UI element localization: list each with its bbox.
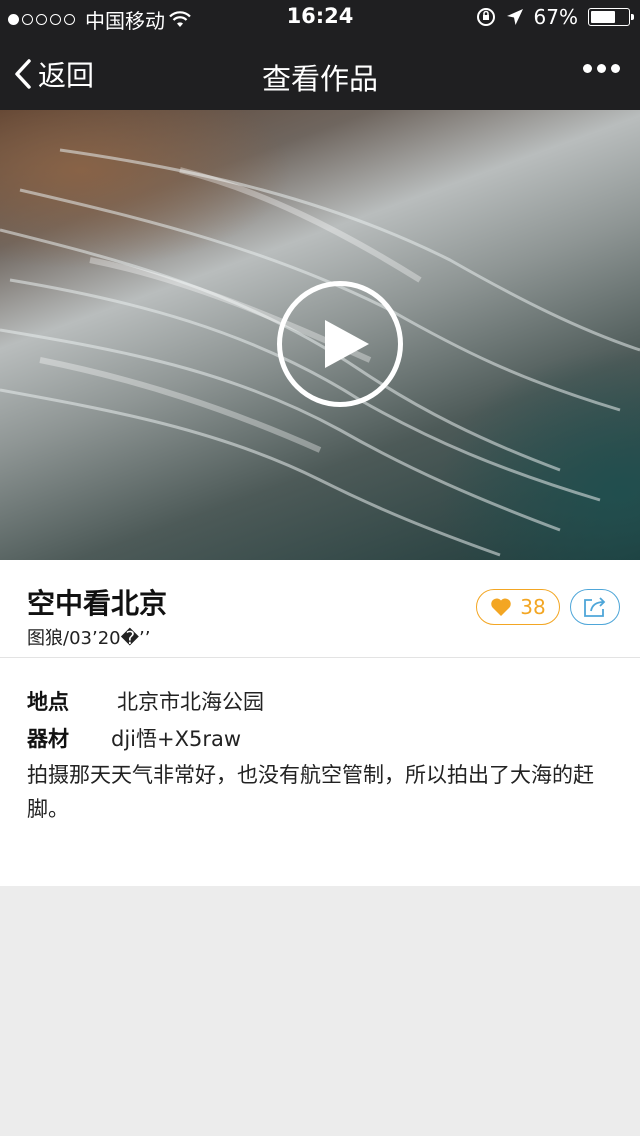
equipment-row: 器材 dji悟+X5raw — [27, 723, 241, 753]
equipment-value: dji悟+X5raw — [111, 727, 242, 751]
play-button[interactable] — [277, 281, 403, 407]
nav-bar: 返回 查看作品 — [0, 34, 640, 110]
status-bar: 中国移动 16:24 67% — [0, 0, 640, 34]
more-dot-icon — [597, 64, 606, 73]
location-value: 北京市北海公园 — [117, 690, 264, 714]
work-meta: 图狼/03’20�’’ — [27, 628, 151, 649]
heart-icon — [491, 598, 512, 616]
video-player[interactable] — [0, 110, 640, 560]
divider — [0, 657, 640, 658]
battery-percent: 67% — [533, 5, 578, 29]
work-description: 拍摄那天天气非常好，也没有航空管制，所以拍出了大海的赶脚。 — [27, 763, 594, 821]
share-icon — [584, 597, 606, 617]
status-right: 67% — [476, 5, 634, 29]
battery-icon — [588, 8, 634, 26]
more-dot-icon — [611, 64, 620, 73]
work-title: 空中看北京 — [27, 587, 168, 620]
location-arrow-icon — [506, 9, 523, 25]
page-title: 查看作品 — [261, 62, 378, 96]
location-label: 地点 — [27, 690, 69, 714]
work-info-card: 空中看北京 图狼/03’20�’’ 38 地点 北京市北海公园 器材 dji悟+… — [0, 560, 640, 886]
more-dot-icon — [583, 64, 592, 73]
equipment-label: 器材 — [27, 727, 69, 751]
location-row: 地点 北京市北海公园 — [27, 686, 264, 716]
like-count: 38 — [520, 595, 546, 619]
play-icon — [325, 320, 369, 368]
share-button[interactable] — [570, 589, 620, 625]
orientation-lock-icon — [476, 8, 495, 26]
more-button[interactable] — [583, 64, 620, 73]
like-button[interactable]: 38 — [476, 589, 560, 625]
